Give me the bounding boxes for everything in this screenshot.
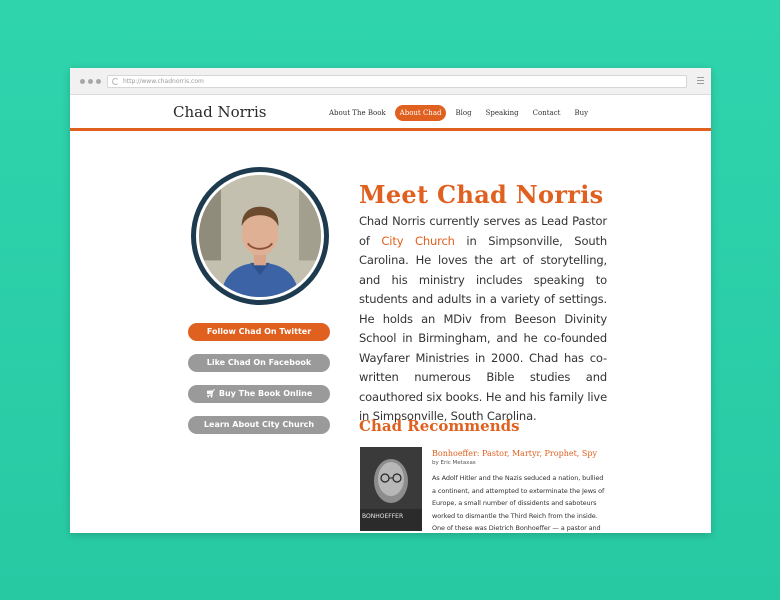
site-header: Chad Norris About The Book About Chad Bl… xyxy=(70,95,711,131)
page-content: Follow Chad On Twitter Like Chad On Face… xyxy=(70,131,711,532)
nav-about-the-book[interactable]: About The Book xyxy=(324,105,391,121)
city-church-link[interactable]: City Church xyxy=(381,234,455,248)
site-brand[interactable]: Chad Norris xyxy=(173,103,266,121)
nav-buy[interactable]: Buy xyxy=(569,105,593,121)
window-dot-minimize[interactable] xyxy=(88,79,93,84)
page-title: Meet Chad Norris xyxy=(359,180,604,209)
buy-book-button[interactable]: 🛒︎ Buy The Book Online xyxy=(188,385,330,403)
book-description: As Adolf Hitler and the Nazis seduced a … xyxy=(432,474,605,532)
recommends-heading: Chad Recommends xyxy=(359,417,520,435)
profile-photo xyxy=(199,175,321,297)
address-bar[interactable]: http://www.chadnorris.com xyxy=(107,75,687,88)
avatar xyxy=(191,167,329,305)
like-facebook-button[interactable]: Like Chad On Facebook xyxy=(188,354,330,372)
buy-book-label: Buy The Book Online xyxy=(218,389,313,398)
browser-toolbar: http://www.chadnorris.com xyxy=(70,68,711,95)
nav-blog[interactable]: Blog xyxy=(450,105,476,121)
reload-icon[interactable] xyxy=(112,78,119,85)
bio-paragraph: Chad Norris currently serves as Lead Pas… xyxy=(359,212,607,427)
main-nav: About The Book About Chad Blog Speaking … xyxy=(324,105,597,121)
shopping-cart-icon: 🛒︎ xyxy=(205,389,216,398)
book-author: by Eric Metaxas xyxy=(432,460,476,466)
window-dot-close[interactable] xyxy=(80,79,85,84)
nav-speaking[interactable]: Speaking xyxy=(481,105,524,121)
window-controls[interactable] xyxy=(80,79,101,84)
window-dot-maximize[interactable] xyxy=(96,79,101,84)
book-title-link[interactable]: Bonhoeffer: Pastor, Martyr, Prophet, Spy xyxy=(432,449,597,458)
book-cover-text: BONHOEFFER xyxy=(362,513,404,520)
hamburger-menu-icon[interactable] xyxy=(697,77,704,86)
address-text: http://www.chadnorris.com xyxy=(123,78,204,85)
browser-window: http://www.chadnorris.com Chad Norris Ab… xyxy=(70,68,711,533)
bio-text-end: in Simpsonville, South Carolina. He love… xyxy=(359,233,607,424)
nav-contact[interactable]: Contact xyxy=(528,105,566,121)
learn-city-church-button[interactable]: Learn About City Church xyxy=(188,416,330,434)
nav-about-chad[interactable]: About Chad xyxy=(394,105,447,121)
follow-twitter-button[interactable]: Follow Chad On Twitter xyxy=(188,323,330,341)
